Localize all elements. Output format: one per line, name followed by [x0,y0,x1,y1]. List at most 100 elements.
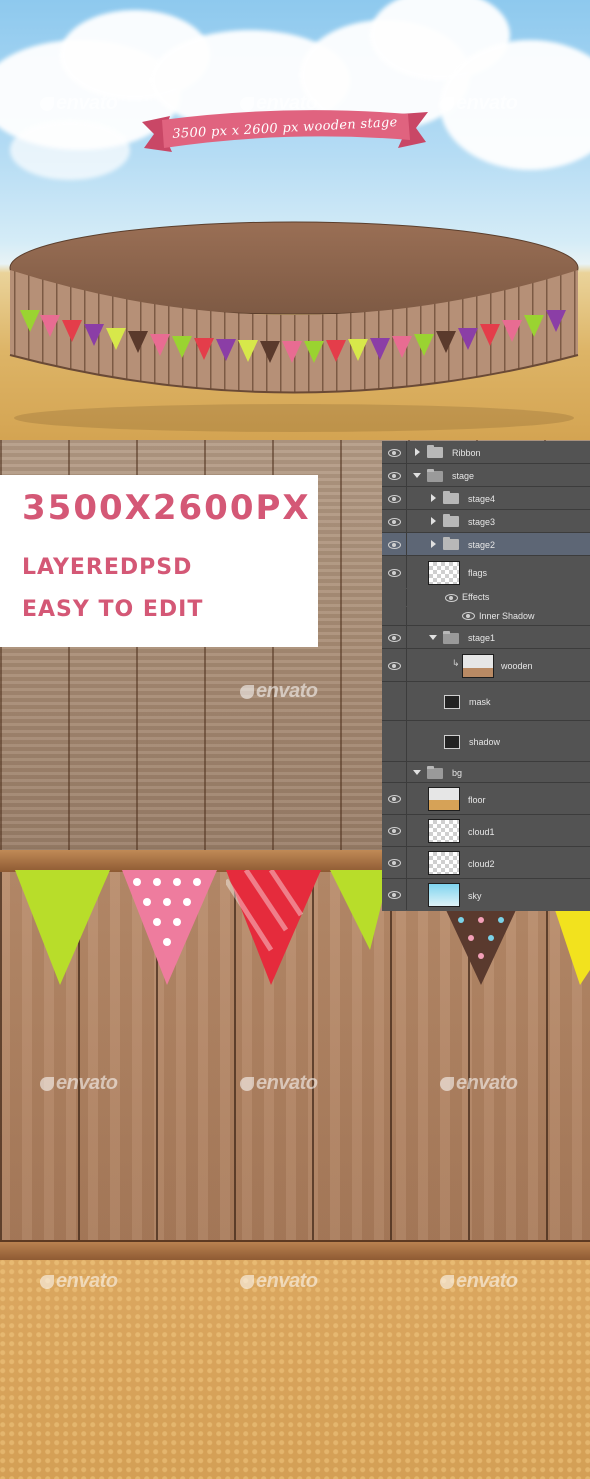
layer-label: Inner Shadow [479,611,535,621]
visibility-toggle[interactable] [382,556,407,588]
layers-panel: Ribbon stage stage4 stage3 stage2 flags [382,441,590,911]
expand-arrow-icon[interactable] [431,494,436,502]
cloud [10,120,130,180]
watermark: envato [440,1072,518,1095]
visibility-toggle[interactable] [382,626,407,648]
layer-row-shadow[interactable]: shadow [382,721,590,762]
pennant-green [330,870,390,950]
eye-icon[interactable] [388,518,401,526]
layer-label: flags [468,568,488,578]
watermark-text: envato [56,92,118,114]
visibility-toggle[interactable] [382,510,407,532]
visibility-toggle[interactable] [382,879,407,910]
eye-icon[interactable] [388,795,401,803]
layer-label: bg [452,768,463,778]
stage-bottom-trim [0,1240,590,1262]
visibility-gutter [382,607,407,625]
layer-thumbnail [428,851,460,875]
eye-icon[interactable] [388,472,401,480]
layer-label: stage4 [468,494,496,504]
watermark: envato [240,1270,318,1293]
visibility-toggle[interactable] [382,815,407,846]
layer-label: cloud2 [468,859,495,869]
visibility-toggle[interactable] [382,533,407,555]
promo-layered: LAYEREDPSD [22,555,193,580]
layer-row-floor[interactable]: floor [382,783,590,815]
layer-row-wooden[interactable]: ↳ wooden [382,649,590,682]
layer-label: shadow [469,737,501,747]
expand-arrow-icon[interactable] [431,517,436,525]
layer-row-inner-shadow[interactable]: Inner Shadow [382,607,590,626]
watermark: envato [40,1270,118,1293]
layer-label: stage1 [468,633,496,643]
layer-row-bg[interactable]: bg [382,762,590,783]
collapse-arrow-icon[interactable] [413,473,421,478]
layer-row-stage4[interactable]: stage4 [382,487,590,510]
layer-thumbnail [428,819,460,843]
visibility-toggle[interactable] [382,441,407,463]
promo-easy-edit: EASY TO EDIT [22,597,204,622]
eye-icon[interactable] [388,662,401,670]
expand-arrow-icon[interactable] [431,540,436,548]
visibility-toggle[interactable] [382,464,407,486]
watermark-text: envato [256,1270,318,1292]
layer-row-flags[interactable]: flags [382,556,590,588]
collapse-arrow-icon[interactable] [413,770,421,775]
visibility-toggle[interactable] [382,649,407,681]
collapse-arrow-icon[interactable] [429,635,437,640]
stage-preview: envato envato envato 3500 px x 2600 px w… [0,0,590,440]
layer-thumbnail [428,883,460,907]
visibility-gutter [382,589,407,606]
layer-label: wooden [501,661,533,671]
layer-thumbnail [428,561,460,585]
layer-row-stage2[interactable]: stage2 [382,533,590,556]
layer-row-stage1[interactable]: stage1 [382,626,590,649]
expand-arrow-icon[interactable] [415,448,420,456]
wooden-stage [9,221,579,432]
eye-icon[interactable] [388,569,401,577]
eye-icon[interactable] [388,541,401,549]
layer-row-stage3[interactable]: stage3 [382,510,590,533]
layer-label: Ribbon [452,448,481,458]
watermark: envato [240,1072,318,1095]
layer-row-effects[interactable]: Effects [382,589,590,606]
layer-row-mask[interactable]: mask [382,682,590,721]
visibility-toggle[interactable] [382,487,407,509]
clipping-arrow-icon: ↳ [452,658,460,668]
layer-row-ribbon[interactable]: Ribbon [382,441,590,464]
adjustment-layer-icon [444,735,460,749]
layer-label: Effects [462,592,490,602]
watermark: envato [40,1072,118,1095]
visibility-gutter [382,762,407,782]
watermark: envato [440,1270,518,1293]
visibility-gutter [382,682,407,720]
layer-label: stage3 [468,517,496,527]
folder-icon [427,445,443,458]
visibility-toggle[interactable] [382,783,407,814]
layer-label: stage2 [468,540,496,550]
layer-row-stage[interactable]: stage [382,464,590,487]
watermark-text: envato [256,1072,318,1094]
promo-size: 3500X2600PX [22,488,311,528]
eye-icon[interactable] [445,594,458,602]
eye-icon[interactable] [388,449,401,457]
layer-row-cloud2[interactable]: cloud2 [382,847,590,879]
eye-icon[interactable] [462,612,475,620]
pennant-red-stripes [226,870,321,985]
eye-icon[interactable] [388,495,401,503]
eye-icon[interactable] [388,859,401,867]
layer-label: sky [468,891,482,901]
eye-icon[interactable] [388,634,401,642]
layer-label: mask [469,697,491,707]
watermark-text: envato [256,680,318,702]
layer-thumbnail [462,654,494,678]
folder-icon [443,491,459,504]
eye-icon[interactable] [388,827,401,835]
visibility-toggle[interactable] [382,847,407,878]
layer-row-cloud1[interactable]: cloud1 [382,815,590,847]
eye-icon[interactable] [388,891,401,899]
layer-row-sky[interactable]: sky [382,879,590,910]
visibility-gutter [382,721,407,761]
pennant-green [15,870,110,985]
open-folder-icon [427,766,443,779]
